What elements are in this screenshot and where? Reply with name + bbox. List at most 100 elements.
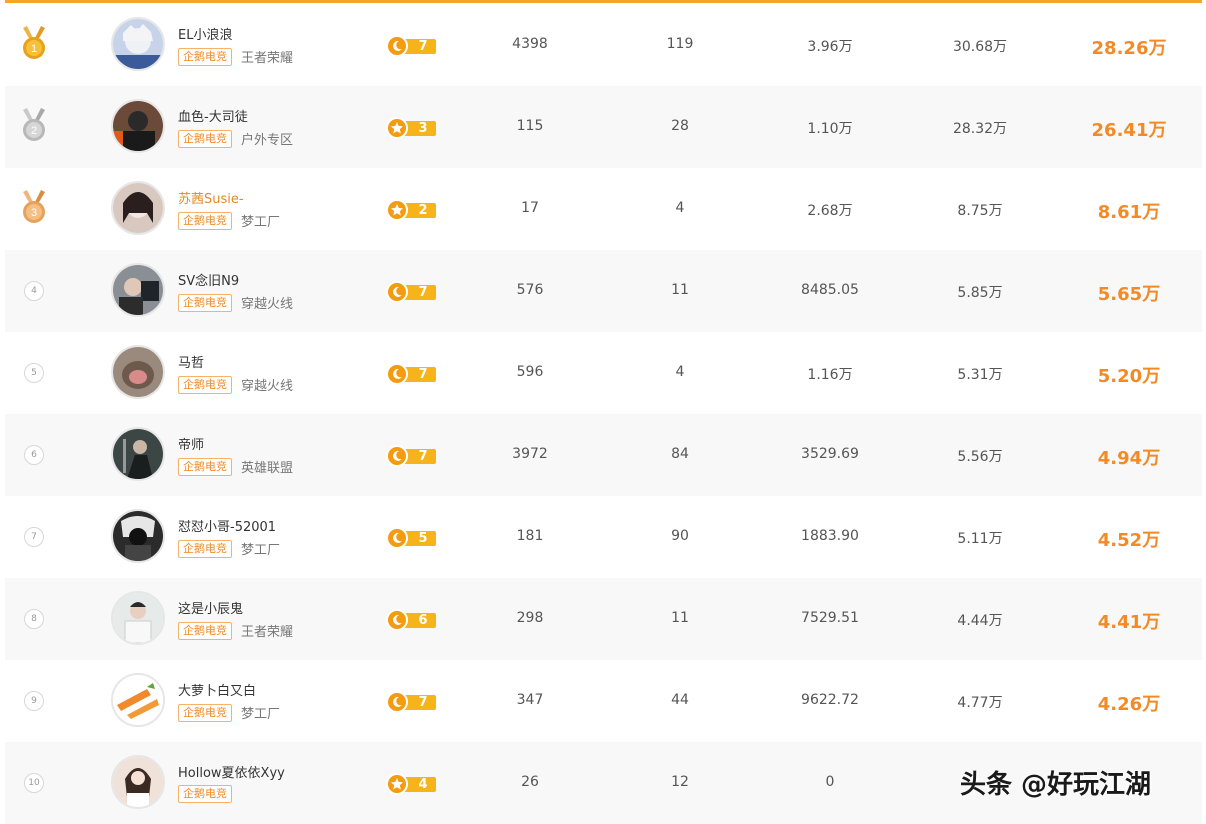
- total-value: 28.26万: [1091, 38, 1167, 59]
- total-value: 26.41万: [1091, 120, 1167, 141]
- level-badge: 3: [386, 117, 436, 139]
- streamer-name[interactable]: EL小浪浪: [178, 24, 232, 43]
- stat-2: 4: [675, 364, 685, 380]
- platform-tag: 企鹅电竞: [178, 785, 232, 803]
- stat-4: 5.11万: [957, 531, 1003, 547]
- moon-icon: [386, 691, 408, 713]
- avatar[interactable]: [111, 427, 165, 481]
- streamer-name[interactable]: SV念旧N9: [178, 270, 239, 289]
- rank-number: 4: [24, 281, 44, 301]
- platform-tag: 企鹅电竞: [178, 457, 232, 476]
- game-category[interactable]: 王者荣耀: [241, 621, 293, 640]
- game-category[interactable]: 梦工厂: [241, 211, 280, 230]
- streamer-name[interactable]: 血色-大司徒: [178, 106, 248, 125]
- game-category[interactable]: 梦工厂: [241, 703, 280, 722]
- moon-icon: [386, 363, 408, 385]
- star-icon: [386, 199, 408, 221]
- streamer-name[interactable]: 这是小辰鬼: [178, 598, 243, 617]
- stat-1: 17: [521, 200, 539, 216]
- watermark: 头条 @好玩江湖: [960, 770, 1152, 800]
- game-category[interactable]: 梦工厂: [241, 539, 280, 558]
- bronze-medal-icon: 3: [21, 190, 47, 226]
- svg-text:3: 3: [31, 207, 37, 219]
- stat-1: 181: [516, 528, 544, 544]
- streamer-name[interactable]: 苏茜Susie-: [178, 188, 244, 207]
- avatar[interactable]: [111, 673, 165, 727]
- stat-2: 119: [666, 36, 694, 52]
- rank-number: 10: [24, 773, 44, 793]
- stat-1: 298: [516, 610, 544, 626]
- avatar[interactable]: [111, 345, 165, 399]
- table-row[interactable]: 5 马哲 企鹅电竞 穿越火线 7 596 4 1.16万 5.31万 5.20万: [5, 332, 1202, 414]
- total-value: 5.65万: [1097, 284, 1161, 305]
- stat-2: 84: [671, 446, 689, 462]
- moon-icon: [386, 527, 408, 549]
- silver-medal-icon: 2: [21, 108, 47, 144]
- platform-tag: 企鹅电竞: [178, 47, 232, 66]
- platform-tag: 企鹅电竞: [178, 211, 232, 230]
- table-row[interactable]: 3 苏茜Susie- 企鹅电竞 梦工厂 2 17 4 2.68万 8.75万 8…: [5, 168, 1202, 250]
- level-badge: 7: [386, 35, 436, 57]
- avatar[interactable]: [111, 99, 165, 153]
- game-category[interactable]: 户外专区: [241, 129, 293, 148]
- table-row[interactable]: 1 EL小浪浪 企鹅电竞 王者荣耀 7 4398 119 3.96万 30.68…: [5, 4, 1202, 86]
- rank-number: 5: [24, 363, 44, 383]
- avatar[interactable]: [111, 591, 165, 645]
- stat-3: 3529.69: [801, 446, 859, 462]
- streamer-name[interactable]: 怼怼小哥-52001: [178, 516, 276, 535]
- stat-2: 11: [671, 282, 689, 298]
- table-row[interactable]: 4 SV念旧N9 企鹅电竞 穿越火线 7 576 11 8485.05 5.85…: [5, 250, 1202, 332]
- moon-icon: [386, 35, 408, 57]
- level-badge: 2: [386, 199, 436, 221]
- top-accent-line: [5, 0, 1202, 3]
- stat-2: 4: [675, 200, 685, 216]
- stat-3: 0: [825, 774, 835, 790]
- stat-3: 1883.90: [801, 528, 859, 544]
- platform-tag: 企鹅电竞: [178, 539, 232, 558]
- table-row[interactable]: 8 这是小辰鬼 企鹅电竞 王者荣耀 6 298 11 7529.51 4.44万…: [5, 578, 1202, 660]
- level-badge: 7: [386, 691, 436, 713]
- level-badge: 4: [386, 773, 436, 795]
- total-value: 4.94万: [1097, 448, 1161, 469]
- level-badge: 5: [386, 527, 436, 549]
- stat-2: 44: [671, 692, 689, 708]
- avatar[interactable]: [111, 755, 165, 809]
- level-badge: 7: [386, 363, 436, 385]
- stat-4: 8.75万: [957, 203, 1003, 219]
- star-icon: [386, 117, 408, 139]
- game-category[interactable]: 英雄联盟: [241, 457, 293, 476]
- avatar[interactable]: [111, 17, 165, 71]
- avatar[interactable]: [111, 263, 165, 317]
- stat-1: 576: [516, 282, 544, 298]
- streamer-name[interactable]: 帝师: [178, 434, 204, 453]
- moon-icon: [386, 281, 408, 303]
- level-badge: 7: [386, 281, 436, 303]
- stat-4: 4.44万: [957, 613, 1003, 629]
- avatar[interactable]: [111, 181, 165, 235]
- stat-3: 9622.72: [801, 692, 859, 708]
- table-row[interactable]: 7 怼怼小哥-52001 企鹅电竞 梦工厂 5 181 90 1883.90 5…: [5, 496, 1202, 578]
- total-value: 4.26万: [1097, 694, 1161, 715]
- table-row[interactable]: 6 帝师 企鹅电竞 英雄联盟 7 3972 84 3529.69 5.56万 4…: [5, 414, 1202, 496]
- stat-3: 3.96万: [807, 39, 853, 55]
- streamer-name[interactable]: 马哲: [178, 352, 204, 371]
- game-category[interactable]: 穿越火线: [241, 375, 293, 394]
- stat-3: 1.16万: [807, 367, 853, 383]
- stat-2: 12: [671, 774, 689, 790]
- stat-1: 347: [516, 692, 544, 708]
- table-row[interactable]: 2 血色-大司徒 企鹅电竞 户外专区 3 115 28 1.10万 28.32万…: [5, 86, 1202, 168]
- total-value: 4.41万: [1097, 612, 1161, 633]
- stat-4: 5.85万: [957, 285, 1003, 301]
- table-row[interactable]: 9 大萝卜白又白 企鹅电竞 梦工厂 7 347 44 9622.72 4.77万…: [5, 660, 1202, 742]
- level-badge: 6: [386, 609, 436, 631]
- avatar[interactable]: [111, 509, 165, 563]
- game-category[interactable]: 穿越火线: [241, 293, 293, 312]
- game-category[interactable]: 王者荣耀: [241, 47, 293, 66]
- platform-tag: 企鹅电竞: [178, 293, 232, 312]
- streamer-name[interactable]: 大萝卜白又白: [178, 680, 256, 699]
- streamer-name[interactable]: Hollow夏依依Xyy: [178, 762, 285, 781]
- stat-1: 115: [516, 118, 544, 134]
- stat-3: 2.68万: [807, 203, 853, 219]
- rank-number: 6: [24, 445, 44, 465]
- svg-text:2: 2: [31, 125, 37, 137]
